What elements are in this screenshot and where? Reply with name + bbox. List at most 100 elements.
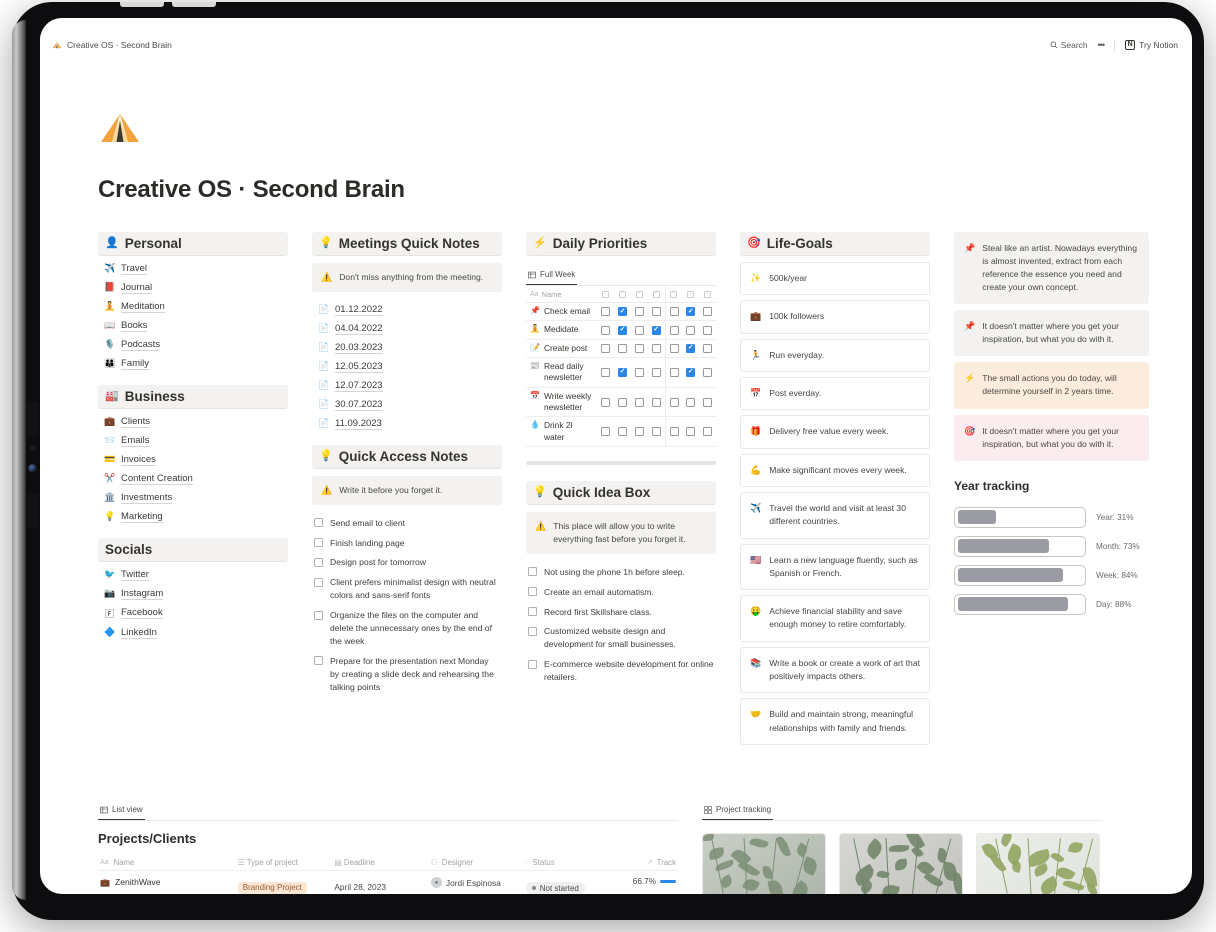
column-header-status[interactable]: ◌ Status	[526, 858, 615, 867]
tab-list-view[interactable]: List view	[98, 802, 145, 820]
day-checkbox[interactable]	[686, 325, 696, 335]
sidebar-item-investments[interactable]: 🏛️ Investments	[98, 488, 288, 507]
day-checkbox[interactable]	[634, 427, 644, 437]
sidebar-item-meditation[interactable]: 🧘 Meditation	[98, 297, 288, 316]
day-checkbox[interactable]	[618, 325, 628, 335]
table-row[interactable]: 📝 Create post	[526, 339, 716, 359]
day-checkbox[interactable]	[686, 427, 696, 437]
sidebar-item-instagram[interactable]: 📷 Instagram	[98, 584, 288, 603]
checkbox[interactable]	[314, 577, 323, 587]
column-header-deadline[interactable]: ▤ Deadline	[334, 858, 431, 867]
column-header-designer[interactable]: ⚇ Designer	[431, 858, 526, 867]
day-checkbox[interactable]	[618, 427, 628, 437]
todo-item[interactable]: Send email to client	[312, 513, 502, 533]
try-notion-button[interactable]: N Try Notion	[1125, 40, 1178, 50]
day-cell[interactable]	[631, 397, 648, 407]
day-cell[interactable]	[666, 307, 683, 317]
volume-down-button[interactable]	[26, 494, 39, 528]
day-checkbox[interactable]	[618, 397, 628, 407]
column-header-day[interactable]	[597, 290, 614, 298]
day-cell[interactable]	[648, 397, 665, 407]
day-checkbox[interactable]	[601, 367, 611, 377]
day-cell[interactable]	[614, 307, 631, 317]
day-cell[interactable]	[631, 343, 648, 353]
day-checkbox[interactable]	[703, 367, 713, 377]
column-header-track[interactable]: ⌕ Track	[615, 857, 678, 867]
column-header-type[interactable]: ☰ Type of project	[238, 858, 335, 867]
project-name-cell[interactable]: 💼 ZenithWave	[98, 877, 238, 887]
checkbox[interactable]	[314, 557, 323, 567]
day-checkbox[interactable]	[601, 397, 611, 407]
sidebar-item-invoices[interactable]: 💳 Invoices	[98, 450, 288, 469]
more-options-button[interactable]: •••	[1098, 40, 1106, 50]
column-header-day[interactable]	[682, 290, 699, 298]
project-card[interactable]: 💼CloudNineWorking...Web Development	[976, 833, 1100, 894]
checkbox[interactable]	[528, 607, 537, 616]
project-card[interactable]: 💼HorizonHuesProject revisionApp Design	[839, 833, 963, 894]
sidebar-item-twitter[interactable]: 🐦 Twitter	[98, 565, 288, 584]
todo-item[interactable]: Client prefers minimalist design with ne…	[312, 573, 502, 606]
life-goal-card[interactable]: 💼 100k followers	[740, 300, 930, 334]
table-row[interactable]: 💧 Drink 2l water	[526, 417, 716, 448]
checkbox[interactable]	[314, 538, 323, 548]
todo-item[interactable]: Design post for tomorrow	[312, 553, 502, 573]
life-goal-card[interactable]: 🤝 Build and maintain strong, meaningful r…	[740, 698, 930, 745]
day-cell[interactable]	[682, 397, 699, 407]
life-goal-card[interactable]: 🎁 Delivery free value every week.	[740, 415, 930, 449]
day-checkbox[interactable]	[669, 307, 679, 317]
task-name-cell[interactable]: 📰 Read daily newsletter	[526, 358, 597, 387]
day-checkbox[interactable]	[634, 307, 644, 317]
day-cell[interactable]	[666, 325, 683, 335]
day-checkbox[interactable]	[669, 427, 679, 437]
day-checkbox[interactable]	[601, 343, 611, 353]
day-cell[interactable]	[682, 367, 699, 377]
todo-item[interactable]: Record first Skillshare class.	[526, 602, 716, 622]
list-item[interactable]: 📄 30.07.2023	[312, 395, 502, 414]
task-name-cell[interactable]: 📝 Create post	[526, 340, 597, 357]
task-name-cell[interactable]: 📅 Write weekly newsletter	[526, 388, 597, 417]
table-row[interactable]: 🧘 Medidate	[526, 321, 716, 340]
day-checkbox[interactable]	[686, 307, 696, 317]
day-cell[interactable]	[614, 397, 631, 407]
list-item[interactable]: 📄 04.04.2022	[312, 319, 502, 338]
day-checkbox[interactable]	[618, 343, 628, 353]
sidebar-item-journal[interactable]: 📕 Journal	[98, 278, 288, 297]
sidebar-item-emails[interactable]: 📨 Emails	[98, 431, 288, 450]
day-checkbox[interactable]	[651, 343, 661, 353]
search-button[interactable]: Search	[1050, 40, 1088, 50]
day-cell[interactable]	[699, 427, 716, 437]
table-row[interactable]: 📅 Write weekly newsletter	[526, 387, 716, 418]
day-cell[interactable]	[666, 343, 683, 353]
life-goal-card[interactable]: 🏃 Run everyday.	[740, 338, 930, 372]
day-cell[interactable]	[597, 367, 614, 377]
checkbox[interactable]	[528, 626, 537, 636]
sidebar-item-clients[interactable]: 💼 Clients	[98, 412, 288, 431]
day-cell[interactable]	[614, 427, 631, 437]
day-cell[interactable]	[648, 325, 665, 335]
day-cell[interactable]	[682, 325, 699, 335]
day-checkbox[interactable]	[634, 343, 644, 353]
task-name-cell[interactable]: 📌 Check email	[526, 303, 597, 320]
day-cell[interactable]	[597, 427, 614, 437]
checkbox[interactable]	[528, 567, 537, 577]
column-header-day[interactable]	[666, 290, 683, 298]
day-checkbox[interactable]	[703, 307, 713, 317]
sidebar-item-marketing[interactable]: 💡 Marketing	[98, 507, 288, 526]
todo-item[interactable]: Create an email automatism.	[526, 582, 716, 602]
sidebar-item-content-creation[interactable]: ✂️ Content Creation	[98, 469, 288, 488]
day-checkbox[interactable]	[686, 397, 696, 407]
day-cell[interactable]	[666, 397, 683, 407]
deadline-cell[interactable]: April 28, 2023	[334, 877, 431, 894]
sidebar-item-linkedin[interactable]: 🔷 LinkedIn	[98, 623, 288, 642]
table-row[interactable]: 📌 Check email	[526, 303, 716, 322]
day-cell[interactable]	[648, 427, 665, 437]
day-cell[interactable]	[682, 427, 699, 437]
day-checkbox[interactable]	[651, 307, 661, 317]
checkbox[interactable]	[528, 587, 537, 597]
life-goal-card[interactable]: 🤑 Achieve financial stability and save en…	[740, 595, 930, 642]
table-row[interactable]: 💼 ZenithWave Branding Project April 28, 202…	[98, 870, 678, 894]
checkbox[interactable]	[528, 659, 537, 669]
day-cell[interactable]	[648, 343, 665, 353]
day-checkbox[interactable]	[703, 325, 713, 335]
status-cell[interactable]: Not started	[525, 877, 615, 894]
